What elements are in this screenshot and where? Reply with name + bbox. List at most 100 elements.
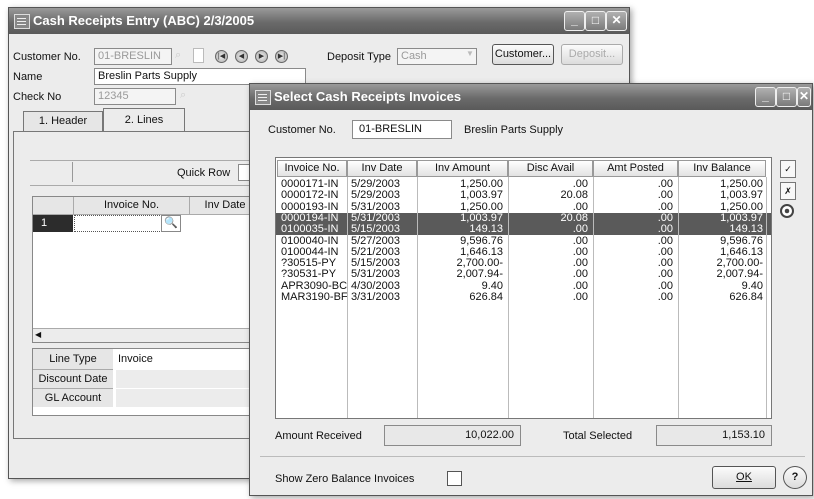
details-icon[interactable] (780, 204, 794, 218)
cell-disc-avail: .00 (572, 223, 588, 236)
cell-invoice-no: 0000193-IN (281, 200, 339, 213)
check-no-field[interactable]: 12345 (94, 88, 176, 105)
amount-received-field: 10,022.00 (384, 425, 521, 446)
gridline (678, 177, 679, 418)
cell-invoice-no: ?30531-PY (281, 268, 337, 281)
scroll-left-icon[interactable]: ◀ (35, 329, 45, 341)
cell-amt-posted: .00 (657, 234, 673, 247)
grid-header-inv-date[interactable]: Inv Date (190, 197, 255, 215)
chevron-down-icon[interactable]: ▼ (466, 49, 476, 64)
gridline (766, 177, 767, 418)
minimize-button[interactable]: _ (564, 11, 585, 31)
show-zero-balance-label: Show Zero Balance Invoices (275, 473, 415, 485)
discount-date-value[interactable] (116, 370, 254, 388)
select-all-icon[interactable]: ✓ (780, 160, 796, 178)
cell-amt-posted: .00 (657, 268, 673, 281)
amount-received-label: Amount Received (275, 430, 362, 442)
grid-header-invoice-no[interactable]: Invoice No. (74, 197, 190, 215)
dialog-title: Select Cash Receipts Invoices (274, 89, 462, 104)
cell-inv-date: 5/29/2003 (351, 189, 400, 202)
app-icon (14, 14, 30, 29)
invoice-row[interactable]: 0000172-IN 5/29/2003 1,003.97 20.08 .00 1,003… (276, 190, 771, 201)
cell-inv-amount: 1,003.97 (460, 189, 503, 202)
clear-all-icon[interactable]: ✗ (780, 182, 796, 200)
gl-account-value[interactable] (116, 389, 254, 407)
next-record-icon[interactable]: ▶ (255, 50, 268, 63)
quick-row-label: Quick Row (177, 167, 231, 179)
maximize-button[interactable]: □ (585, 11, 606, 31)
customer-no-field[interactable]: 01-BRESLIN (94, 48, 172, 65)
dialog-maximize-button[interactable]: □ (776, 87, 797, 107)
lookup-icon[interactable]: ⌕ (175, 49, 181, 62)
cell-amt-posted: .00 (657, 291, 673, 303)
invoice-list-header: Invoice No. Inv Date Inv Amount Disc Ava… (276, 160, 771, 177)
cell-invoice-no: 0100040-IN (281, 234, 339, 247)
cell-disc-avail: .00 (572, 268, 588, 281)
cell-inv-date: 3/31/2003 (351, 291, 400, 303)
ok-button[interactable]: OK (712, 466, 776, 489)
cell-invoice-no: MAR3190-BF (281, 291, 348, 303)
first-record-icon[interactable]: |◀ (215, 50, 228, 63)
cell-disc-avail: .00 (572, 234, 588, 247)
col-inv-balance[interactable]: Inv Balance (678, 160, 766, 177)
grid-corner (33, 197, 74, 215)
tab-header[interactable]: 1. Header (23, 111, 103, 132)
invoice-row[interactable]: 0100040-IN 5/27/2003 9,596.76 .00 .00 9,596.7… (276, 234, 771, 247)
check-no-label: Check No (13, 91, 62, 103)
col-inv-date[interactable]: Inv Date (347, 160, 417, 177)
customer-no-label: Customer No. (13, 51, 81, 63)
check-lookup-icon[interactable]: ⌕ (180, 89, 186, 102)
lines-grid[interactable]: Invoice No. Inv Date 1 🔍 ◀ (32, 196, 256, 343)
line-type-label: Line Type (33, 349, 113, 370)
invoice-row[interactable]: 0100035-IN 5/15/2003 149.13 .00 .00 149.13 (276, 223, 771, 236)
gl-account-label: GL Account (33, 389, 113, 407)
cell-inv-amount: 9,596.76 (460, 234, 503, 247)
cell-inv-balance: 2,007.94- (716, 268, 763, 281)
invoice-row[interactable]: ?30531-PY 5/31/2003 2,007.94- .00 .00 2,007.9… (276, 269, 771, 280)
dialog-close-button[interactable]: ✕ (797, 87, 811, 107)
dialog-minimize-button[interactable]: _ (755, 87, 776, 107)
main-title: Cash Receipts Entry (ABC) 2/3/2005 (33, 13, 255, 28)
new-record-icon[interactable] (193, 48, 204, 63)
deposit-type-select[interactable]: Cash (397, 48, 477, 65)
help-button[interactable]: ? (783, 466, 807, 489)
gridline (347, 177, 348, 418)
cell-inv-balance: 149.13 (729, 223, 763, 236)
grid-invoice-cell[interactable] (74, 215, 162, 232)
previous-record-icon[interactable]: ◀ (235, 50, 248, 63)
invoice-row[interactable]: 0000193-IN 5/31/2003 1,250.00 .00 .00 1,250.0… (276, 200, 771, 213)
cell-inv-date: 5/31/2003 (351, 200, 400, 213)
customer-button[interactable]: Customer... (492, 44, 554, 65)
total-selected-field: 1,153.10 (656, 425, 772, 446)
invoice-list[interactable]: Invoice No. Inv Date Inv Amount Disc Ava… (275, 157, 772, 419)
dialog-titlebar: Select Cash Receipts Invoices _ □ ✕ (250, 84, 812, 110)
deposit-button[interactable]: Deposit... (561, 44, 623, 65)
cell-disc-avail: .00 (572, 200, 588, 213)
cell-inv-balance: 1,003.97 (720, 189, 763, 202)
close-button[interactable]: ✕ (606, 11, 627, 31)
gridline (417, 177, 418, 418)
cell-inv-amount: 149.13 (469, 223, 503, 236)
cell-inv-balance: 626.84 (729, 291, 763, 303)
cell-inv-balance: 9,596.76 (720, 234, 763, 247)
grid-bottom-bar (33, 328, 255, 342)
cell-amt-posted: .00 (657, 223, 673, 236)
tab-lines[interactable]: 2. Lines (103, 108, 185, 132)
cell-inv-balance: 1,250.00 (720, 200, 763, 213)
cell-invoice-no: 0100035-IN (281, 223, 339, 236)
cell-disc-avail: .00 (572, 291, 588, 303)
discount-date-label: Discount Date (33, 370, 113, 389)
line-type-value[interactable]: Invoice (118, 349, 248, 369)
col-amt-posted[interactable]: Amt Posted (593, 160, 678, 177)
name-label: Name (13, 71, 43, 83)
invoice-row[interactable]: MAR3190-BF 3/31/2003 626.84 .00 .00 626.84 (276, 292, 771, 303)
cell-disc-avail: 20.08 (560, 189, 588, 202)
invoice-lookup-icon[interactable]: 🔍 (161, 215, 181, 232)
cell-inv-amount: 626.84 (469, 291, 503, 303)
col-invoice-no[interactable]: Invoice No. (277, 160, 347, 177)
cell-amt-posted: .00 (657, 200, 673, 213)
show-zero-balance-checkbox[interactable] (447, 471, 462, 486)
col-inv-amount[interactable]: Inv Amount (417, 160, 508, 177)
col-disc-avail[interactable]: Disc Avail (508, 160, 593, 177)
last-record-icon[interactable]: ▶| (275, 50, 288, 63)
